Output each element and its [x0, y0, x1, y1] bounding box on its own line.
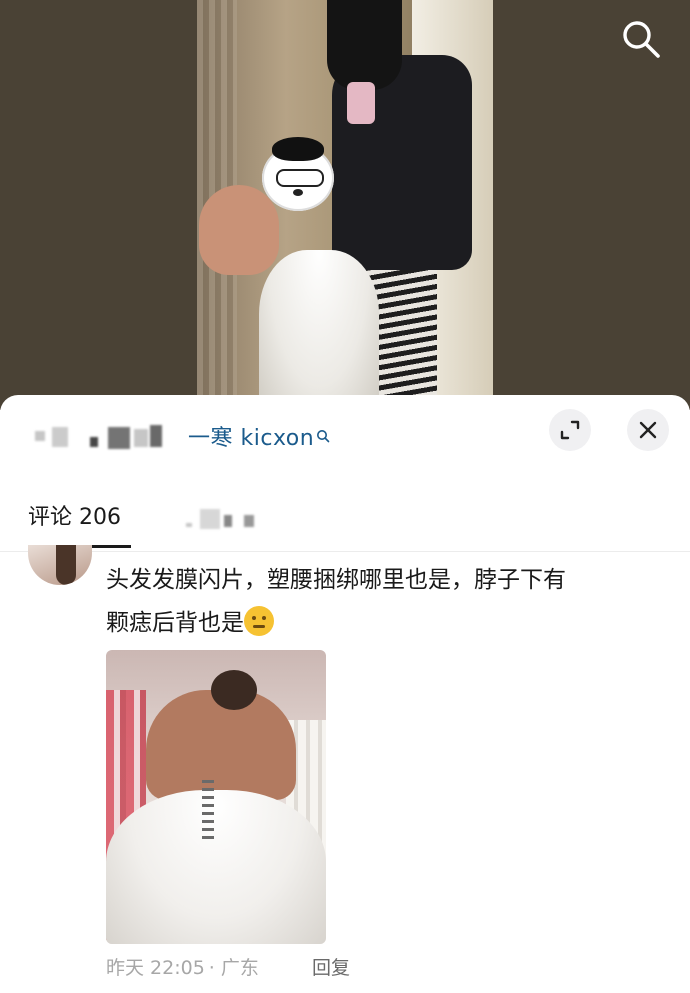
- person-head: [211, 670, 257, 710]
- blurred-username-part: [52, 427, 68, 447]
- search-icon[interactable]: [620, 18, 662, 60]
- blurred-username-part: [35, 431, 45, 441]
- comment-image[interactable]: [106, 650, 326, 944]
- expand-button[interactable]: [549, 409, 591, 451]
- comment-line-2: 颗痣后背也是: [106, 610, 244, 636]
- expand-icon: [560, 420, 580, 440]
- comment-timestamp: 昨天 22:05: [106, 956, 205, 979]
- blurred-username-part: [150, 425, 162, 447]
- blurred-tab-part: [224, 515, 232, 527]
- blurred-username-part: [90, 437, 98, 447]
- close-button[interactable]: [627, 409, 669, 451]
- flexed-arm: [199, 185, 279, 275]
- search-icon: [317, 430, 330, 443]
- phone-in-hand: [347, 82, 375, 124]
- avatar[interactable]: [28, 545, 92, 585]
- comment-meta: 昨天 22:05 · 广东: [106, 952, 259, 980]
- reply-button[interactable]: 回复: [312, 952, 350, 980]
- dog-sticker-icon: [262, 137, 334, 211]
- blurred-tab-part: [244, 515, 254, 527]
- close-icon: [639, 421, 657, 439]
- blurred-username-part: [108, 427, 130, 449]
- comments-sheet: 一寒 kicxon 评论 206 头发发膜闪片，塑腰捆绑哪里也是，脖子下有 颗痣…: [0, 395, 690, 993]
- dog-nose: [293, 189, 303, 196]
- tab-comments[interactable]: 评论 206: [28, 499, 121, 531]
- long-hair: [327, 0, 402, 90]
- tabs-row: 评论 206: [0, 493, 690, 552]
- comment-line-1: 头发发膜闪片，塑腰捆绑哪里也是，脖子下有: [106, 567, 566, 593]
- sheet-header: 一寒 kicxon: [0, 395, 690, 475]
- ball-gown: [106, 790, 326, 944]
- comment-location: · 广东: [208, 956, 259, 979]
- post-photo[interactable]: [197, 0, 493, 400]
- blurred-tab-part: [200, 509, 220, 529]
- user-link[interactable]: 一寒 kicxon: [188, 421, 330, 451]
- blurred-tab-part: [186, 523, 192, 527]
- corset-lacing: [202, 780, 214, 840]
- top-photo-backdrop: [0, 0, 690, 410]
- wedding-dress: [259, 250, 379, 400]
- dog-glasses: [276, 169, 324, 187]
- blurred-username-part: [134, 429, 148, 447]
- smirk-emoji-icon: [244, 606, 274, 636]
- username-text[interactable]: 一寒 kicxon: [188, 420, 314, 452]
- comment-text: 头发发膜闪片，塑腰捆绑哪里也是，脖子下有 颗痣后背也是: [106, 559, 656, 645]
